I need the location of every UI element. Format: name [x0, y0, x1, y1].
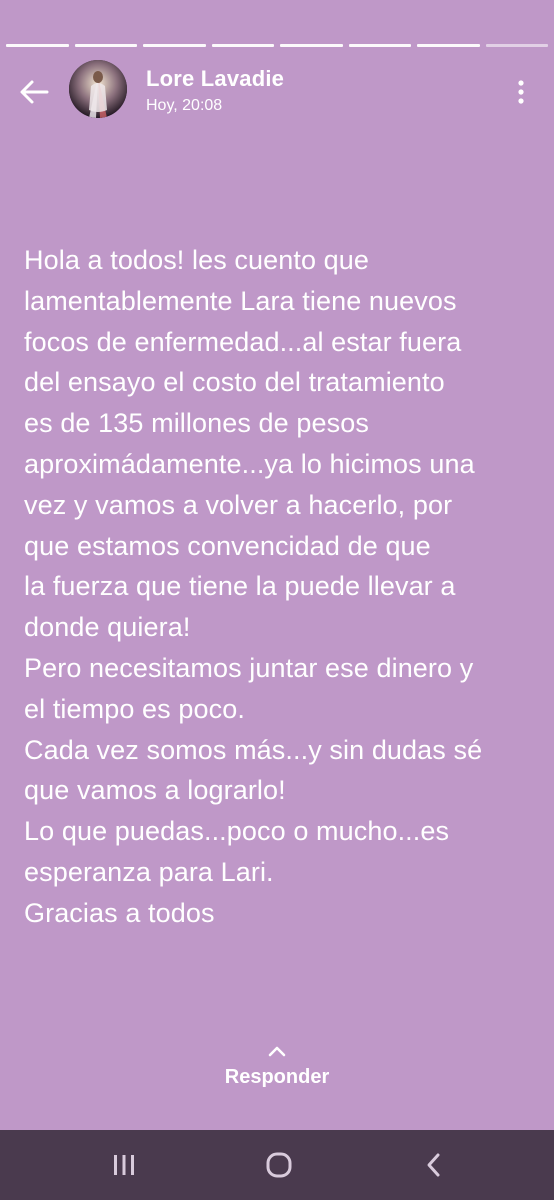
home-button[interactable] — [257, 1145, 301, 1185]
nav-back-icon — [427, 1153, 440, 1177]
recent-apps-icon — [114, 1155, 134, 1175]
reply-button[interactable]: Responder — [0, 1044, 554, 1100]
reply-label: Responder — [224, 1066, 330, 1088]
more-vertical-icon — [518, 80, 524, 104]
recent-apps-button[interactable] — [102, 1145, 146, 1185]
progress-segment — [280, 44, 343, 47]
progress-segment-current — [485, 44, 548, 47]
nav-back-button[interactable] — [412, 1145, 456, 1185]
back-button[interactable] — [14, 72, 54, 112]
chevron-up-icon — [268, 1046, 286, 1057]
progress-segment — [74, 44, 137, 47]
story-screen[interactable]: Lore Lavadie Hoy, 20:08 Hola a todos! le… — [0, 0, 554, 1130]
progress-segment — [417, 44, 480, 47]
progress-segment — [143, 44, 206, 47]
story-message-text: Hola a todos! les cuento que lamentablem… — [24, 245, 483, 928]
avatar-image — [69, 60, 127, 118]
progress-segment — [348, 44, 411, 47]
story-progress-bar — [6, 44, 548, 48]
home-icon — [266, 1152, 292, 1178]
arrow-left-icon — [20, 80, 49, 104]
progress-segment — [211, 44, 274, 47]
system-navigation-bar — [0, 1130, 554, 1200]
story-header: Lore Lavadie Hoy, 20:08 — [0, 58, 554, 122]
story-timestamp: Hoy, 20:08 — [146, 97, 223, 114]
progress-segment — [6, 44, 69, 47]
author-name[interactable]: Lore Lavadie — [146, 66, 284, 92]
more-options-button[interactable] — [506, 72, 536, 112]
avatar[interactable] — [69, 60, 127, 118]
